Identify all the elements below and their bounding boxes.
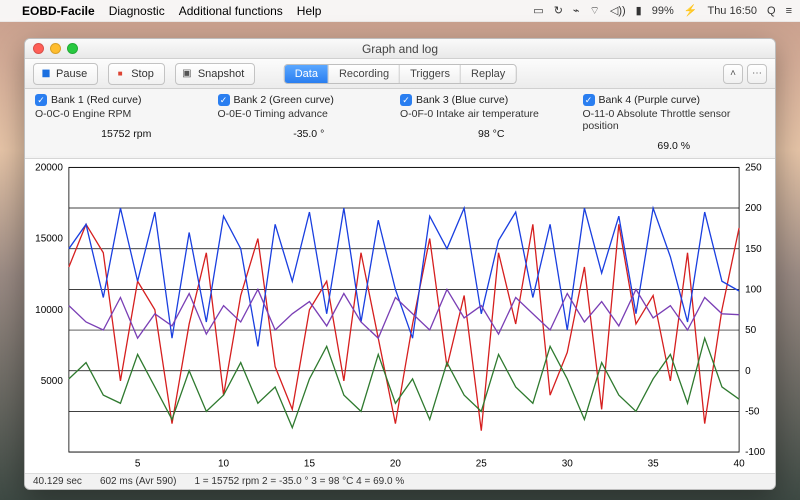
tab-recording[interactable]: Recording bbox=[328, 65, 399, 83]
svg-text:250: 250 bbox=[745, 162, 762, 173]
svg-text:15: 15 bbox=[304, 459, 315, 470]
bank-4-pid[interactable]: O-11-0 Absolute Throttle sensor position bbox=[583, 108, 766, 132]
tray-battery-icon[interactable]: ▮ bbox=[636, 4, 642, 17]
bank-3-checkbox[interactable]: ✓ bbox=[400, 94, 412, 106]
svg-text:5000: 5000 bbox=[41, 376, 63, 387]
status-summary: 1 = 15752 rpm 2 = -35.0 ° 3 = 98 °C 4 = … bbox=[194, 476, 404, 487]
chart-area[interactable]: 5000 10000 15000 20000 -100 -50 0 50 100 150 200 25… bbox=[25, 158, 775, 473]
bank-2-checkbox[interactable]: ✓ bbox=[218, 94, 230, 106]
bank-3-pid[interactable]: O-0F-0 Intake air temperature bbox=[400, 108, 539, 120]
bank-2-pid[interactable]: O-0E-0 Timing advance bbox=[218, 108, 328, 120]
status-bar: 40.129 sec 602 ms (Avr 590) 1 = 15752 rp… bbox=[25, 473, 775, 489]
tray-sync-icon[interactable]: ↻ bbox=[554, 4, 563, 17]
status-time: 40.129 sec bbox=[33, 476, 82, 487]
window-titlebar[interactable]: Graph and log bbox=[25, 39, 775, 59]
bank-4-value: 69.0 % bbox=[657, 140, 690, 152]
bank-1-checkbox[interactable]: ✓ bbox=[35, 94, 47, 106]
snapshot-button[interactable]: ▣ Snapshot bbox=[175, 63, 255, 85]
status-rate: 602 ms (Avr 590) bbox=[100, 476, 177, 487]
svg-text:15000: 15000 bbox=[35, 233, 63, 244]
minimize-icon[interactable] bbox=[50, 43, 61, 54]
tray-display-icon[interactable]: ▭ bbox=[533, 4, 543, 17]
svg-text:25: 25 bbox=[476, 459, 487, 470]
notif-center-icon[interactable]: ≡ bbox=[786, 5, 792, 17]
spotlight-icon[interactable]: Q bbox=[767, 5, 776, 17]
bank-4-checkbox[interactable]: ✓ bbox=[583, 94, 595, 106]
banks-panel: ✓Bank 1 (Red curve) O-0C-0 Engine RPM 15… bbox=[25, 89, 775, 156]
svg-text:10: 10 bbox=[218, 459, 229, 470]
bank-2-value: -35.0 ° bbox=[293, 128, 324, 140]
bank-1-pid[interactable]: O-0C-0 Engine RPM bbox=[35, 108, 131, 120]
menubar-app-name[interactable]: EOBD-Facile bbox=[22, 4, 95, 18]
tray-volume-icon[interactable]: ◁)) bbox=[610, 4, 626, 17]
close-icon[interactable] bbox=[33, 43, 44, 54]
tab-data[interactable]: Data bbox=[285, 65, 328, 83]
settings-button[interactable]: ⋯ bbox=[747, 64, 767, 84]
macos-menubar: EOBD-Facile Diagnostic Additional functi… bbox=[0, 0, 800, 22]
mode-tabs: Data Recording Triggers Replay bbox=[284, 64, 517, 84]
tray-power-icon[interactable]: ⚡ bbox=[684, 4, 698, 17]
window-title: Graph and log bbox=[362, 42, 438, 56]
bank-1-value: 15752 rpm bbox=[101, 128, 151, 140]
bank-4: ✓Bank 4 (Purple curve) O-11-0 Absolute T… bbox=[583, 94, 766, 156]
bank-1: ✓Bank 1 (Red curve) O-0C-0 Engine RPM 15… bbox=[35, 94, 218, 156]
bank-3-value: 98 °C bbox=[478, 128, 504, 140]
zoom-icon[interactable] bbox=[67, 43, 78, 54]
camera-icon: ▣ bbox=[182, 68, 192, 79]
svg-text:200: 200 bbox=[745, 203, 762, 214]
svg-text:20000: 20000 bbox=[35, 162, 63, 173]
svg-text:150: 150 bbox=[745, 244, 762, 255]
tab-replay[interactable]: Replay bbox=[460, 65, 515, 83]
svg-text:5: 5 bbox=[135, 459, 141, 470]
line-chart: 5000 10000 15000 20000 -100 -50 0 50 100 150 200 25… bbox=[25, 159, 775, 473]
bank-3: ✓Bank 3 (Blue curve) O-0F-0 Intake air t… bbox=[400, 94, 583, 156]
svg-text:50: 50 bbox=[745, 325, 756, 336]
collapse-button[interactable]: ˄ bbox=[723, 64, 743, 84]
tray-bluetooth-icon[interactable]: ⌁ bbox=[573, 4, 580, 17]
tray-wifi-icon[interactable]: ⌔ bbox=[590, 4, 600, 18]
svg-text:100: 100 bbox=[745, 284, 762, 295]
stop-icon: ■ bbox=[115, 69, 125, 78]
svg-text:10000: 10000 bbox=[35, 305, 63, 316]
pause-icon: ▮▮ bbox=[40, 68, 50, 79]
svg-text:0: 0 bbox=[745, 366, 751, 377]
svg-text:40: 40 bbox=[734, 459, 745, 470]
menubar-item-help[interactable]: Help bbox=[297, 4, 322, 18]
tray-clock[interactable]: Thu 16:50 bbox=[707, 5, 757, 17]
app-window: Graph and log ▮▮ Pause ■ Stop ▣ Snapshot… bbox=[24, 38, 776, 490]
menubar-item-additional[interactable]: Additional functions bbox=[179, 4, 283, 18]
tray-battery-pct: 99% bbox=[652, 5, 674, 17]
svg-text:35: 35 bbox=[648, 459, 659, 470]
svg-text:20: 20 bbox=[390, 459, 401, 470]
svg-text:30: 30 bbox=[562, 459, 573, 470]
bank-2: ✓Bank 2 (Green curve) O-0E-0 Timing adva… bbox=[218, 94, 401, 156]
stop-button[interactable]: ■ Stop bbox=[108, 63, 165, 85]
svg-text:-100: -100 bbox=[745, 447, 765, 458]
svg-text:-50: -50 bbox=[745, 406, 760, 417]
pause-button[interactable]: ▮▮ Pause bbox=[33, 63, 98, 85]
toolbar: ▮▮ Pause ■ Stop ▣ Snapshot Data Recordin… bbox=[25, 59, 775, 89]
menubar-item-diagnostic[interactable]: Diagnostic bbox=[109, 4, 165, 18]
tab-triggers[interactable]: Triggers bbox=[399, 65, 460, 83]
